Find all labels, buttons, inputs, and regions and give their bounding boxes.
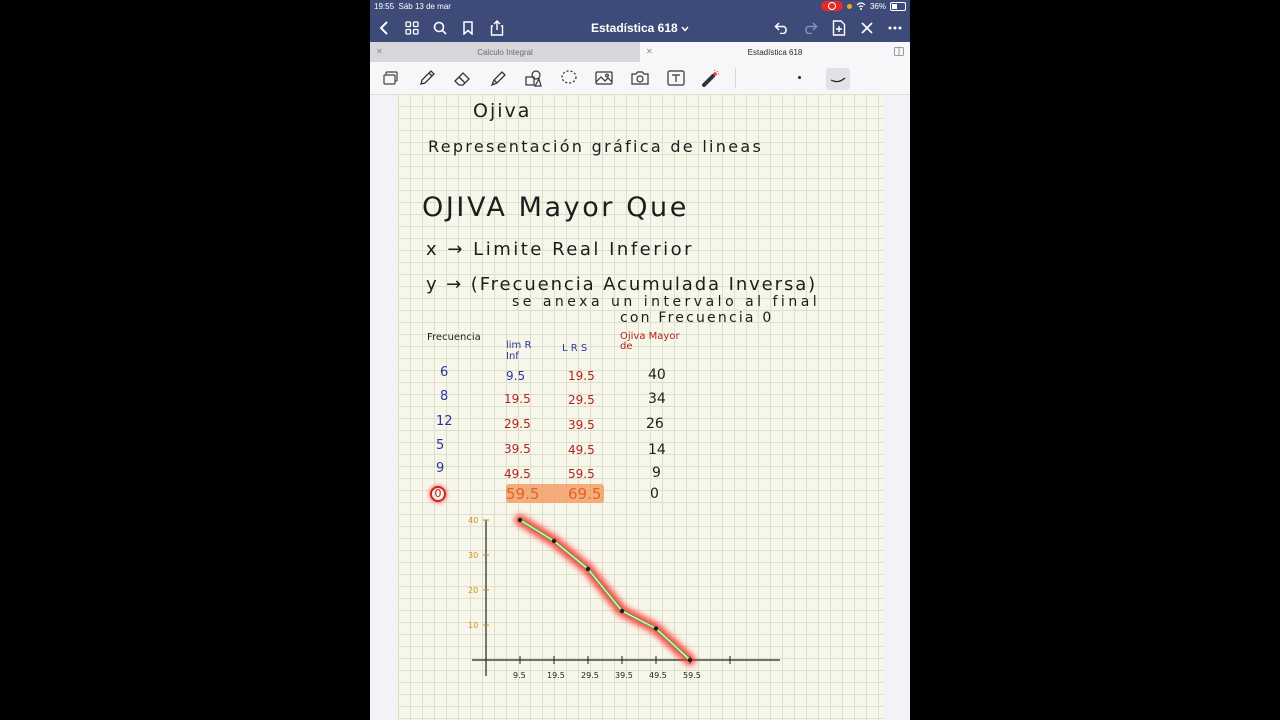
notebook-page[interactable]: Ojiva Representación gráfica de lineas O… xyxy=(398,94,884,720)
tab-estadistica[interactable]: ✕ Estadística 618 xyxy=(640,42,910,62)
x-tick-label: 19.5 xyxy=(547,671,565,680)
data-point xyxy=(653,626,659,631)
undo-icon xyxy=(774,22,787,34)
page-view-button[interactable] xyxy=(380,68,402,88)
battery-icon xyxy=(890,1,906,11)
camera-tool[interactable] xyxy=(629,68,651,88)
page-view-icon xyxy=(383,71,398,85)
status-bar: 19:55 Sáb 13 de mar 36% xyxy=(370,0,910,14)
lasso-tool[interactable] xyxy=(558,68,580,88)
data-point xyxy=(687,657,693,663)
highlighter-tool[interactable] xyxy=(487,68,509,88)
ogive-chart: 10 20 30 40 9.5 19.5 29.5 39.5 49.5 59.5 xyxy=(468,514,780,680)
image-tool[interactable] xyxy=(593,68,615,88)
highlighter-icon xyxy=(490,71,506,87)
screen-record-icon[interactable] xyxy=(820,1,843,11)
tool-bar xyxy=(370,62,910,95)
eraser-icon xyxy=(454,72,470,86)
add-page-button[interactable] xyxy=(829,18,849,38)
tab-close-icon[interactable]: ✕ xyxy=(376,47,383,56)
y-tick-label: 30 xyxy=(468,551,478,560)
stroke-size-option[interactable] xyxy=(798,76,801,79)
y-tick-label: 40 xyxy=(468,516,478,525)
split-view-icon[interactable] xyxy=(894,47,904,56)
close-button[interactable] xyxy=(857,18,877,38)
laser-pointer-icon xyxy=(702,70,719,87)
stroke-style-option[interactable] xyxy=(826,68,850,90)
x-tick-label: 39.5 xyxy=(615,671,633,680)
more-icon xyxy=(888,26,902,30)
eraser-tool[interactable] xyxy=(451,68,473,88)
chart-axes xyxy=(472,520,780,676)
pen-icon xyxy=(420,70,435,85)
y-tick-label: 20 xyxy=(468,586,478,595)
tab-close-icon[interactable]: ✕ xyxy=(646,47,653,56)
add-page-icon xyxy=(832,20,846,36)
nav-bar: Estadística 618 xyxy=(370,14,910,42)
status-time: 19:55 xyxy=(374,2,395,11)
tab-calculo-integral[interactable]: ✕ Calculo Integral xyxy=(370,42,640,62)
image-icon xyxy=(595,71,613,85)
undo-button[interactable] xyxy=(772,18,792,38)
x-tick-label: 9.5 xyxy=(513,671,526,680)
toolbar-divider xyxy=(735,68,736,88)
curve-icon xyxy=(830,77,846,83)
camera-icon xyxy=(631,71,649,85)
redo-button[interactable] xyxy=(800,18,820,38)
data-point xyxy=(619,608,625,614)
redo-icon xyxy=(805,22,818,34)
x-tick-label: 59.5 xyxy=(683,671,701,680)
data-point xyxy=(517,517,523,523)
text-icon xyxy=(667,70,685,86)
goodnotes-app: 19:55 Sáb 13 de mar 36% Estadística 618 xyxy=(370,0,910,720)
tab-label: Calculo Integral xyxy=(477,47,533,57)
status-date: Sáb 13 de mar xyxy=(398,2,451,11)
tab-bar: ✕ Calculo Integral ✕ Estadística 618 xyxy=(370,42,910,62)
battery-percent: 36% xyxy=(869,1,886,11)
y-tick-label: 10 xyxy=(468,621,478,630)
text-tool[interactable] xyxy=(665,68,687,88)
document-title[interactable]: Estadística 618 xyxy=(591,21,678,35)
tab-label: Estadística 618 xyxy=(747,47,803,57)
ogive-series xyxy=(514,514,696,666)
data-point xyxy=(551,538,557,544)
close-icon xyxy=(861,22,873,34)
mic-indicator-icon xyxy=(846,3,852,9)
pen-tool[interactable] xyxy=(416,68,438,88)
laser-pointer-tool[interactable] xyxy=(700,68,722,88)
x-tick-label: 49.5 xyxy=(649,671,667,680)
more-button[interactable] xyxy=(885,18,905,38)
x-tick-label: 29.5 xyxy=(581,671,599,680)
chevron-down-icon[interactable] xyxy=(681,26,689,32)
shapes-tool[interactable] xyxy=(522,68,544,88)
data-point xyxy=(585,566,591,572)
wifi-icon xyxy=(856,2,866,10)
shapes-icon xyxy=(525,70,542,87)
lasso-icon xyxy=(561,70,577,84)
